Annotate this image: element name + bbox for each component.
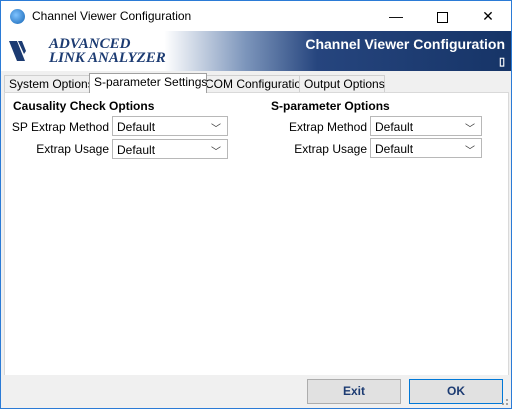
- chevron-down-icon: ﹀: [211, 147, 221, 158]
- exit-button[interactable]: Exit: [307, 379, 401, 404]
- tab-s-parameter-settings[interactable]: S-parameter Settings: [89, 73, 207, 93]
- logo-text: ADVANCED LINK ANALYZER: [49, 36, 166, 66]
- causality-heading: Causality Check Options: [13, 99, 155, 113]
- button-bar: Exit OK: [1, 375, 511, 408]
- logo-icon: [9, 41, 26, 61]
- window-title: Channel Viewer Configuration: [32, 9, 192, 23]
- extrap-method-value: Default: [375, 120, 414, 134]
- tab-panel: Causality Check Options SP Extrap Method…: [4, 92, 509, 377]
- sparam-heading: S-parameter Options: [271, 99, 390, 113]
- close-button[interactable]: ✕: [465, 1, 511, 31]
- chevron-down-icon: ﹀: [211, 124, 221, 135]
- sparam-extrap-usage-select[interactable]: Default ﹀: [370, 138, 482, 158]
- extrap-usage-label: Extrap Usage: [36, 142, 109, 156]
- sparam-extrap-usage-value: Default: [375, 142, 414, 156]
- chevron-down-icon: ﹀: [465, 146, 475, 157]
- extrap-method-select[interactable]: Default ﹀: [370, 116, 482, 136]
- app-icon: [10, 9, 25, 24]
- tab-system-options[interactable]: System Options: [4, 75, 97, 93]
- logo-line-1: ADVANCED: [49, 36, 131, 52]
- chevron-down-icon: ﹀: [465, 124, 475, 135]
- banner-mark: ▯: [498, 56, 505, 68]
- tab-com-configuration[interactable]: COM Configuration: [200, 75, 308, 93]
- sp-extrap-method-label: SP Extrap Method: [11, 120, 109, 134]
- ok-button[interactable]: OK: [409, 379, 503, 404]
- extrap-method-label: Extrap Method: [288, 120, 367, 134]
- sparam-extrap-usage-label: Extrap Usage: [294, 142, 367, 156]
- maximize-icon: [436, 11, 448, 23]
- sp-extrap-method-select[interactable]: Default ﹀: [112, 116, 228, 136]
- banner-title: Channel Viewer Configuration: [305, 36, 505, 52]
- extrap-usage-value: Default: [117, 143, 156, 157]
- minimize-button[interactable]: —: [373, 1, 419, 31]
- header-banner: ADVANCED LINK ANALYZER Channel Viewer Co…: [1, 31, 511, 71]
- tab-output-options[interactable]: Output Options: [299, 75, 385, 93]
- title-bar[interactable]: Channel Viewer Configuration — ✕: [1, 1, 511, 31]
- extrap-usage-select[interactable]: Default ﹀: [112, 139, 228, 159]
- logo-line-2: LINK ANALYZER: [49, 50, 166, 66]
- maximize-button[interactable]: [419, 1, 465, 31]
- resize-grip-icon[interactable]: [499, 396, 509, 406]
- dialog-window: Channel Viewer Configuration — ✕ ADVANCE…: [0, 0, 512, 409]
- sp-extrap-method-value: Default: [117, 120, 156, 134]
